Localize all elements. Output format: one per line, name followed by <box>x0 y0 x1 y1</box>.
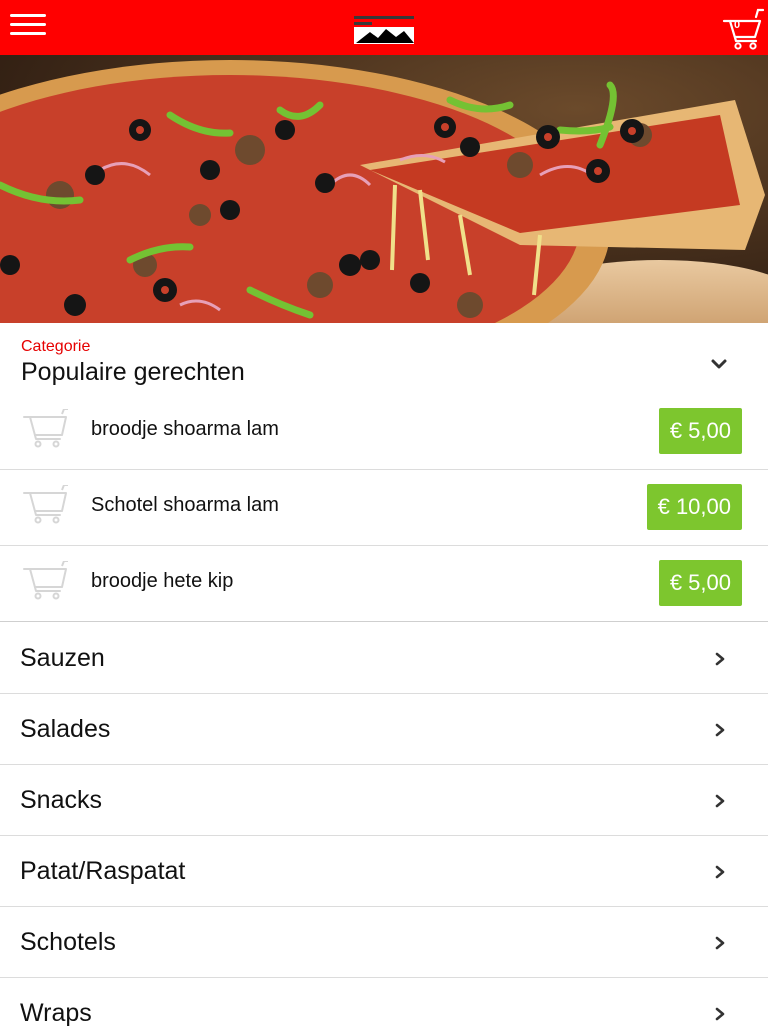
brand-logo[interactable] <box>352 12 416 46</box>
category-row-label: Sauzen <box>20 644 105 672</box>
category-row-label: Schotels <box>20 928 116 956</box>
price-button[interactable]: € 5,00 <box>658 408 742 454</box>
top-bar: 0 <box>0 0 768 55</box>
price-button[interactable]: € 10,00 <box>646 484 742 530</box>
category-row-schotels[interactable]: Schotels <box>0 907 768 978</box>
add-to-cart-icon[interactable] <box>22 561 70 601</box>
hamburger-menu-icon[interactable] <box>10 14 46 40</box>
category-row-label: Patat/Raspatat <box>20 857 186 885</box>
chevron-right-icon <box>715 723 725 737</box>
chevron-right-icon <box>715 1007 725 1021</box>
menu-item[interactable]: broodje hete kip € 5,00 <box>0 545 768 622</box>
category-row-sauzen[interactable]: Sauzen <box>0 623 768 694</box>
item-name: Schotel shoarma lam <box>91 494 279 516</box>
chevron-right-icon <box>715 794 725 808</box>
add-to-cart-icon[interactable] <box>22 409 70 449</box>
category-row-salades[interactable]: Salades <box>0 694 768 765</box>
divider <box>0 621 768 622</box>
category-row-label: Snacks <box>20 786 102 814</box>
hero-pizza-image <box>0 55 768 323</box>
menu-item[interactable]: broodje shoarma lam € 5,00 <box>0 393 768 470</box>
item-name: broodje shoarma lam <box>91 418 279 440</box>
menu-item[interactable]: Schotel shoarma lam € 10,00 <box>0 469 768 546</box>
category-row-wraps[interactable]: Wraps <box>0 978 768 1027</box>
add-to-cart-icon[interactable] <box>22 485 70 525</box>
cart-count-badge: 0 <box>733 19 741 31</box>
chevron-right-icon <box>715 936 725 950</box>
category-row-label: Salades <box>20 715 111 743</box>
item-name: broodje hete kip <box>91 570 234 592</box>
chevron-right-icon <box>715 865 725 879</box>
category-row-patat[interactable]: Patat/Raspatat <box>0 836 768 907</box>
category-label: Categorie <box>21 338 91 355</box>
category-row-snacks[interactable]: Snacks <box>0 765 768 836</box>
category-title: Populaire gerechten <box>21 358 245 386</box>
price-button[interactable]: € 5,00 <box>658 560 742 606</box>
chevron-down-icon[interactable] <box>704 350 734 380</box>
chevron-right-icon <box>715 652 725 666</box>
